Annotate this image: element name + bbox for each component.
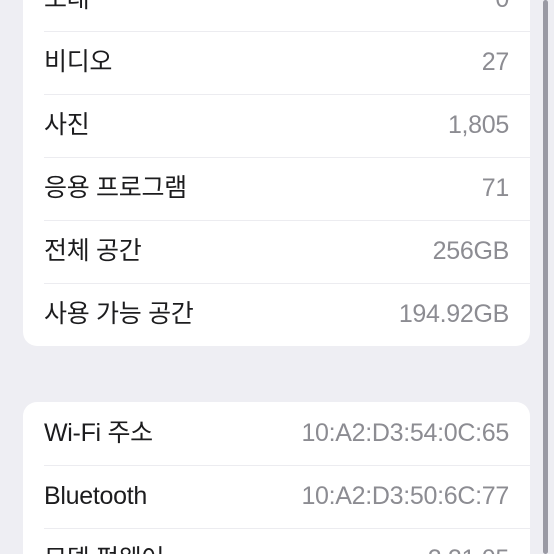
- table-row[interactable]: 전체 공간 256GB: [23, 220, 530, 283]
- settings-about-screen: 노래 0 비디오 27 사진 1,805 응용 프로그램 71 전체 공간: [0, 0, 554, 554]
- table-row[interactable]: Wi-Fi 주소 10:A2:D3:54:0C:65: [23, 402, 530, 465]
- row-value: 71: [481, 174, 510, 202]
- row-value: 10:A2:D3:54:0C:65: [301, 419, 509, 447]
- row-label: Bluetooth: [44, 482, 147, 510]
- row-label: 사용 가능 공간: [44, 300, 194, 328]
- row-value: 27: [481, 48, 510, 76]
- row-value: 256GB: [432, 237, 510, 265]
- row-value: 194.92GB: [398, 300, 509, 328]
- table-row[interactable]: 응용 프로그램 71: [23, 157, 530, 220]
- network-section-card: Wi-Fi 주소 10:A2:D3:54:0C:65 Bluetooth 10:…: [23, 402, 530, 554]
- row-value: 10:A2:D3:50:6C:77: [301, 482, 509, 510]
- vertical-scrollbar[interactable]: [543, 0, 548, 554]
- table-row[interactable]: 노래 0: [23, 0, 530, 31]
- table-row[interactable]: 비디오 27: [23, 31, 530, 94]
- table-row[interactable]: 사진 1,805: [23, 94, 530, 157]
- row-label: 사진: [44, 111, 90, 139]
- row-label: 노래: [44, 0, 90, 12]
- row-label: 모뎀 펌웨어: [44, 547, 164, 554]
- row-label: 응용 프로그램: [44, 174, 187, 202]
- table-row[interactable]: Bluetooth 10:A2:D3:50:6C:77: [23, 465, 530, 528]
- row-value: 0: [495, 0, 509, 12]
- row-value: 1,805: [447, 111, 509, 139]
- row-label: 전체 공간: [44, 237, 142, 265]
- row-label: 비디오: [44, 48, 113, 76]
- settings-content: 노래 0 비디오 27 사진 1,805 응용 프로그램 71 전체 공간: [0, 0, 554, 554]
- storage-section-card: 노래 0 비디오 27 사진 1,805 응용 프로그램 71 전체 공간: [23, 0, 530, 346]
- row-label: Wi-Fi 주소: [44, 419, 153, 447]
- row-value: 2.21.05: [428, 547, 510, 554]
- settings-scroll-area[interactable]: 노래 0 비디오 27 사진 1,805 응용 프로그램 71 전체 공간: [0, 0, 554, 554]
- vertical-scrollbar-thumb[interactable]: [543, 0, 548, 554]
- table-row[interactable]: 모뎀 펌웨어 2.21.05: [23, 528, 530, 554]
- table-row[interactable]: 사용 가능 공간 194.92GB: [23, 283, 530, 346]
